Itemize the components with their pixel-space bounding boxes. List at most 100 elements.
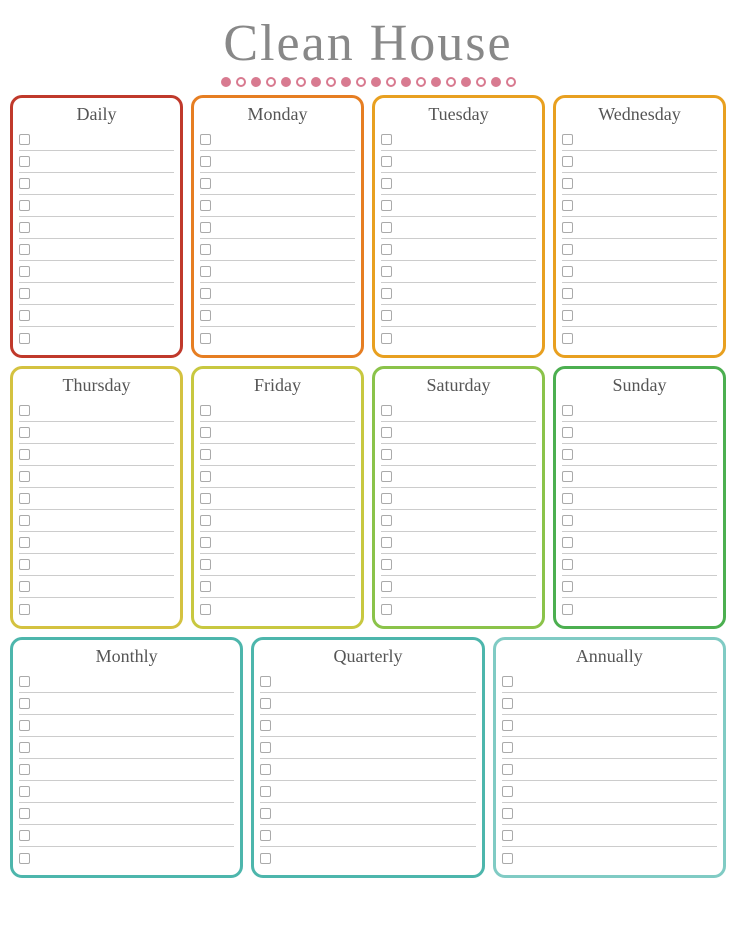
- checkbox-icon[interactable]: [562, 471, 573, 482]
- check-row[interactable]: [562, 305, 717, 327]
- checkbox-icon[interactable]: [562, 266, 573, 277]
- check-row[interactable]: [19, 576, 174, 598]
- check-row[interactable]: [562, 261, 717, 283]
- checkbox-icon[interactable]: [260, 720, 271, 731]
- check-row[interactable]: [502, 759, 717, 781]
- check-row[interactable]: [200, 532, 355, 554]
- check-row[interactable]: [260, 759, 475, 781]
- checkbox-icon[interactable]: [200, 310, 211, 321]
- checkbox-icon[interactable]: [381, 200, 392, 211]
- checkbox-icon[interactable]: [19, 808, 30, 819]
- check-row[interactable]: [19, 466, 174, 488]
- checkbox-icon[interactable]: [19, 427, 30, 438]
- checkbox-icon[interactable]: [260, 853, 271, 864]
- checkbox-icon[interactable]: [381, 559, 392, 570]
- checkbox-icon[interactable]: [502, 808, 513, 819]
- check-row[interactable]: [200, 305, 355, 327]
- check-row[interactable]: [502, 803, 717, 825]
- checkbox-icon[interactable]: [381, 156, 392, 167]
- checkbox-icon[interactable]: [381, 493, 392, 504]
- check-row[interactable]: [19, 400, 174, 422]
- check-row[interactable]: [562, 327, 717, 349]
- check-row[interactable]: [19, 781, 234, 803]
- checkbox-icon[interactable]: [19, 134, 30, 145]
- check-row[interactable]: [502, 715, 717, 737]
- checkbox-icon[interactable]: [562, 515, 573, 526]
- check-row[interactable]: [562, 151, 717, 173]
- checkbox-icon[interactable]: [19, 720, 30, 731]
- check-row[interactable]: [381, 305, 536, 327]
- check-row[interactable]: [381, 488, 536, 510]
- checkbox-icon[interactable]: [562, 134, 573, 145]
- check-row[interactable]: [200, 129, 355, 151]
- checkbox-icon[interactable]: [200, 581, 211, 592]
- check-row[interactable]: [19, 239, 174, 261]
- check-row[interactable]: [200, 554, 355, 576]
- check-row[interactable]: [200, 488, 355, 510]
- checkbox-icon[interactable]: [200, 288, 211, 299]
- checkbox-icon[interactable]: [19, 244, 30, 255]
- check-row[interactable]: [562, 466, 717, 488]
- check-row[interactable]: [200, 151, 355, 173]
- check-row[interactable]: [19, 532, 174, 554]
- check-row[interactable]: [200, 239, 355, 261]
- check-row[interactable]: [19, 803, 234, 825]
- checkbox-icon[interactable]: [562, 156, 573, 167]
- check-row[interactable]: [381, 510, 536, 532]
- checkbox-icon[interactable]: [19, 178, 30, 189]
- checkbox-icon[interactable]: [562, 449, 573, 460]
- checkbox-icon[interactable]: [381, 427, 392, 438]
- check-row[interactable]: [381, 400, 536, 422]
- checkbox-icon[interactable]: [381, 405, 392, 416]
- check-row[interactable]: [260, 781, 475, 803]
- check-row[interactable]: [200, 400, 355, 422]
- checkbox-icon[interactable]: [19, 288, 30, 299]
- checkbox-icon[interactable]: [200, 405, 211, 416]
- checkbox-icon[interactable]: [381, 178, 392, 189]
- checkbox-icon[interactable]: [562, 310, 573, 321]
- check-row[interactable]: [381, 283, 536, 305]
- checkbox-icon[interactable]: [381, 244, 392, 255]
- checkbox-icon[interactable]: [200, 471, 211, 482]
- check-row[interactable]: [562, 400, 717, 422]
- check-row[interactable]: [502, 671, 717, 693]
- check-row[interactable]: [19, 129, 174, 151]
- checkbox-icon[interactable]: [200, 134, 211, 145]
- check-row[interactable]: [502, 693, 717, 715]
- checkbox-icon[interactable]: [200, 449, 211, 460]
- checkbox-icon[interactable]: [502, 764, 513, 775]
- check-row[interactable]: [562, 239, 717, 261]
- check-row[interactable]: [381, 173, 536, 195]
- checkbox-icon[interactable]: [381, 266, 392, 277]
- checkbox-icon[interactable]: [19, 581, 30, 592]
- checkbox-icon[interactable]: [200, 559, 211, 570]
- check-row[interactable]: [200, 510, 355, 532]
- checkbox-icon[interactable]: [502, 786, 513, 797]
- checkbox-icon[interactable]: [502, 742, 513, 753]
- check-row[interactable]: [19, 715, 234, 737]
- check-row[interactable]: [200, 327, 355, 349]
- check-row[interactable]: [200, 173, 355, 195]
- checkbox-icon[interactable]: [502, 853, 513, 864]
- check-row[interactable]: [562, 422, 717, 444]
- checkbox-icon[interactable]: [562, 427, 573, 438]
- check-row[interactable]: [562, 532, 717, 554]
- check-row[interactable]: [19, 217, 174, 239]
- check-row[interactable]: [19, 173, 174, 195]
- check-row[interactable]: [19, 825, 234, 847]
- check-row[interactable]: [562, 129, 717, 151]
- check-row[interactable]: [381, 217, 536, 239]
- check-row[interactable]: [260, 825, 475, 847]
- checkbox-icon[interactable]: [502, 830, 513, 841]
- checkbox-icon[interactable]: [381, 134, 392, 145]
- checkbox-icon[interactable]: [19, 471, 30, 482]
- check-row[interactable]: [260, 847, 475, 869]
- check-row[interactable]: [381, 151, 536, 173]
- check-row[interactable]: [260, 715, 475, 737]
- checkbox-icon[interactable]: [200, 427, 211, 438]
- checkbox-icon[interactable]: [200, 266, 211, 277]
- check-row[interactable]: [19, 488, 174, 510]
- check-row[interactable]: [562, 554, 717, 576]
- check-row[interactable]: [381, 532, 536, 554]
- checkbox-icon[interactable]: [19, 742, 30, 753]
